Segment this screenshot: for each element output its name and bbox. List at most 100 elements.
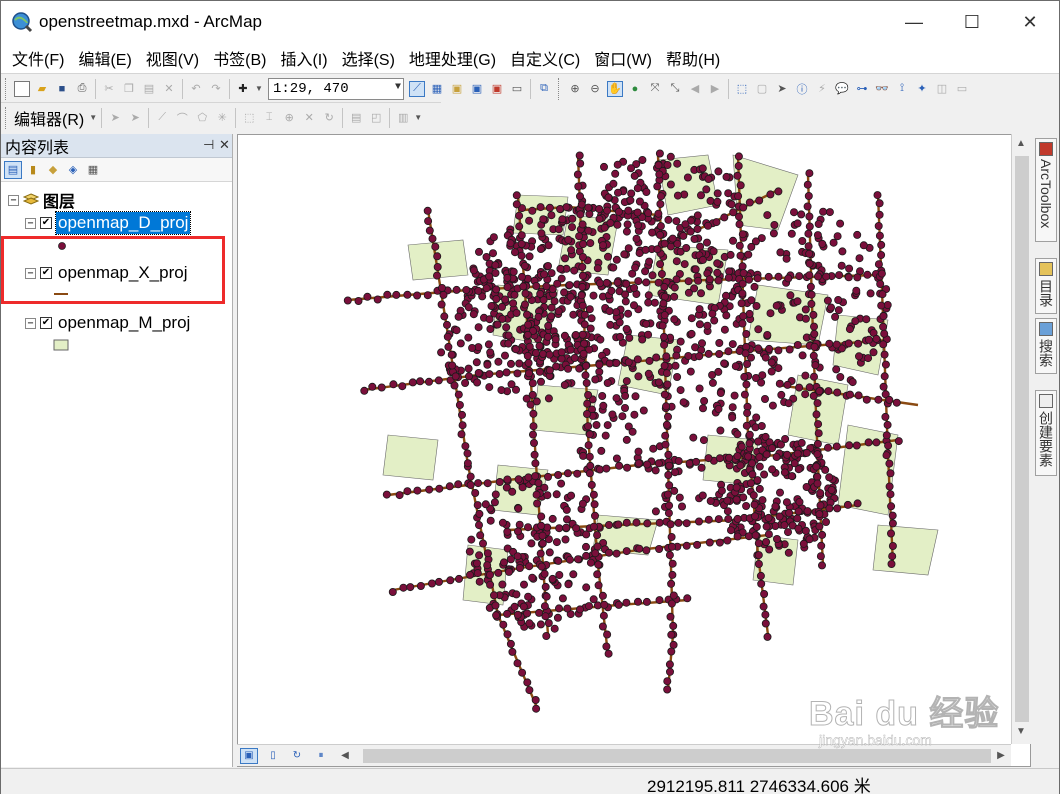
time-slider-icon[interactable]: ◫: [934, 81, 950, 97]
menu-view[interactable]: 视图(V): [139, 46, 206, 70]
layer-name[interactable]: openmap_D_proj: [54, 211, 192, 235]
rotate-icon[interactable]: ↻: [321, 110, 337, 126]
new-document-icon[interactable]: [14, 80, 30, 97]
list-by-visibility-icon[interactable]: ◆: [44, 161, 62, 179]
save-icon[interactable]: ■: [54, 81, 70, 97]
collapse-icon[interactable]: −: [25, 217, 36, 229]
chevron-down-icon[interactable]: ▼: [1016, 726, 1026, 737]
python-window-icon[interactable]: ▭: [509, 81, 525, 97]
reshape-icon[interactable]: ⌶: [261, 110, 277, 126]
menu-bookmarks[interactable]: 书签(B): [206, 46, 273, 70]
undo-icon[interactable]: ↶: [188, 81, 204, 97]
layer-row-openmap-m-proj[interactable]: − ✔ openmap_M_proj: [25, 312, 192, 334]
search-window-icon[interactable]: ▣: [469, 81, 485, 97]
map-canvas[interactable]: [238, 135, 1012, 745]
map-display[interactable]: [237, 134, 1031, 767]
menu-geoprocessing[interactable]: 地理处理(G): [402, 46, 503, 70]
data-view-icon[interactable]: ▣: [240, 747, 258, 764]
chevron-up-icon[interactable]: ▲: [1016, 138, 1026, 149]
chevron-left-icon[interactable]: ◀: [336, 748, 354, 764]
editor-menu-button[interactable]: 编辑器(R): [12, 106, 88, 130]
clear-selection-icon[interactable]: ▢: [754, 81, 770, 97]
edit-tool-icon[interactable]: ➤: [107, 110, 123, 126]
menu-windows[interactable]: 窗口(W): [587, 46, 659, 70]
dock-tab-catalog[interactable]: 目录: [1035, 258, 1057, 314]
fixed-zoom-out-icon[interactable]: ⤡: [667, 81, 683, 97]
attributes-icon[interactable]: ▤: [348, 110, 364, 126]
print-icon[interactable]: ⎙: [74, 81, 90, 97]
table-of-contents-icon[interactable]: ▦: [429, 81, 445, 97]
layout-view-icon[interactable]: ▯: [264, 748, 282, 764]
cut-icon[interactable]: ✂: [101, 81, 117, 97]
dock-tab-search[interactable]: 搜索: [1035, 318, 1057, 374]
menu-customize[interactable]: 自定义(C): [503, 46, 587, 70]
create-viewer-window-icon[interactable]: ▭: [954, 81, 970, 97]
layer-visibility-checkbox[interactable]: ✔: [40, 317, 52, 329]
list-by-source-icon[interactable]: ▮: [24, 161, 42, 179]
map-scale-input[interactable]: 1:29, 470 ▼: [268, 77, 404, 100]
delete-icon[interactable]: ✕: [161, 81, 177, 97]
refresh-icon[interactable]: ↻: [288, 748, 306, 764]
pin-icon[interactable]: ⊣: [203, 137, 214, 153]
hyperlink-icon[interactable]: ⚡: [814, 81, 830, 97]
split-icon[interactable]: ✕: [301, 110, 317, 126]
minimize-button[interactable]: —: [885, 1, 943, 43]
toolbar-grip[interactable]: [558, 77, 561, 100]
layer-group[interactable]: − 图层: [8, 188, 75, 212]
paste-icon[interactable]: ▤: [141, 81, 157, 97]
open-folder-icon[interactable]: ▰: [34, 81, 50, 97]
arctoolbox-icon[interactable]: ▣: [489, 81, 505, 97]
zoom-in-icon[interactable]: ⊕: [567, 81, 583, 97]
identify-icon[interactable]: ⓘ: [794, 81, 810, 97]
options-icon[interactable]: ▦: [84, 161, 102, 179]
cut-polygons-icon[interactable]: ⊕: [281, 110, 297, 126]
menu-insert[interactable]: 插入(I): [273, 46, 334, 70]
create-features-icon[interactable]: ▥: [395, 110, 411, 126]
model-builder-icon[interactable]: ⧉: [536, 81, 552, 97]
dock-tab-arctoolbox[interactable]: ArcToolbox: [1035, 138, 1057, 242]
sketch-properties-icon[interactable]: ◰: [368, 110, 384, 126]
close-icon[interactable]: ✕: [219, 137, 230, 153]
vertical-scroll-thumb[interactable]: [1015, 156, 1029, 722]
pan-hand-icon[interactable]: ✋: [607, 80, 623, 97]
catalog-window-icon[interactable]: ▣: [449, 81, 465, 97]
collapse-icon[interactable]: −: [25, 317, 36, 329]
forward-arrow-icon[interactable]: ▶: [707, 81, 723, 97]
go-to-xy-icon[interactable]: ✦: [914, 81, 930, 97]
back-arrow-icon[interactable]: ◀: [687, 81, 703, 97]
find-route-icon[interactable]: ⟟: [894, 81, 910, 97]
menu-edit[interactable]: 编辑(E): [71, 46, 138, 70]
pause-drawing-icon[interactable]: ⏸: [312, 748, 330, 764]
find-binoculars-icon[interactable]: 👓: [874, 81, 890, 97]
toolbar-grip[interactable]: [5, 106, 8, 129]
layer-row-openmap-d-proj[interactable]: − ✔ openmap_D_proj: [25, 211, 192, 235]
redo-icon[interactable]: ↷: [208, 81, 224, 97]
chevron-down-icon[interactable]: ▼: [414, 110, 422, 126]
horizontal-scroll-thumb[interactable]: [363, 749, 991, 763]
select-features-icon[interactable]: ⬚: [734, 81, 750, 97]
fixed-zoom-in-icon[interactable]: ⤧: [647, 81, 663, 97]
chevron-down-icon[interactable]: ▼: [395, 82, 401, 93]
end-point-arc-icon[interactable]: ⌒: [174, 110, 190, 126]
dock-tab-create-features[interactable]: 创建要素: [1035, 390, 1057, 476]
map-vertical-scrollbar[interactable]: ▲ ▼: [1011, 134, 1031, 744]
chevron-down-icon[interactable]: ▼: [255, 81, 263, 97]
editor-toolbar-toggle-icon[interactable]: ⟋: [409, 80, 425, 97]
add-data-icon[interactable]: ✚: [235, 81, 251, 97]
edit-annotation-icon[interactable]: ➤: [127, 110, 143, 126]
measure-icon[interactable]: ⊶: [854, 81, 870, 97]
menu-help[interactable]: 帮助(H): [659, 46, 727, 70]
chevron-right-icon[interactable]: ▶: [992, 748, 1010, 764]
menu-file[interactable]: 文件(F): [5, 46, 71, 70]
toolbar-grip[interactable]: [5, 77, 8, 100]
full-extent-icon[interactable]: ●: [627, 81, 643, 97]
close-button[interactable]: ✕: [1001, 1, 1059, 43]
select-elements-arrow-icon[interactable]: ➤: [774, 81, 790, 97]
trace-icon[interactable]: ⬠: [194, 110, 210, 126]
chevron-down-icon[interactable]: ▼: [89, 110, 97, 126]
point-tool-icon[interactable]: ✳: [214, 110, 230, 126]
layer-name[interactable]: openmap_M_proj: [56, 312, 192, 334]
collapse-icon[interactable]: −: [8, 194, 19, 206]
list-by-selection-icon[interactable]: ◈: [64, 161, 82, 179]
menu-selection[interactable]: 选择(S): [335, 46, 402, 70]
